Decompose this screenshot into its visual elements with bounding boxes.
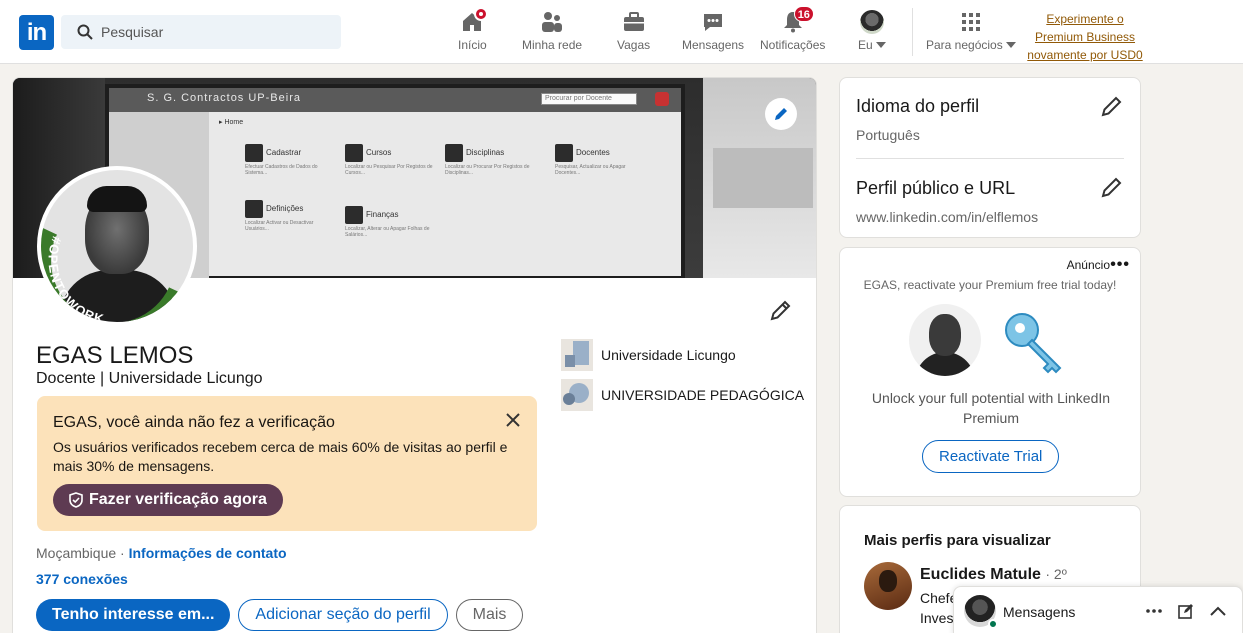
banner-tile: Cadastrar Efectuar Cadastros de Dados do … [245,144,335,176]
online-status-icon [988,619,998,629]
ad-more-icon[interactable]: ••• [1110,256,1130,274]
profile-headline: Docente | Universidade Licungo [36,370,263,387]
nav-for-business[interactable]: Para negócios [926,10,1017,58]
chat-icon [704,14,723,31]
more-profiles-title: Mais perfis para visualizar [864,532,1051,549]
caret-down-icon [876,42,887,48]
banner-app-title: S. G. Contractos UP-Beira [147,92,301,104]
school-logo [561,379,593,411]
nav-me[interactable]: Eu [858,10,887,58]
more-actions-button[interactable]: Mais [455,599,524,631]
edit-banner-button[interactable] [765,98,797,130]
notification-dot [474,7,489,21]
ad-subtitle: EGAS, reactivate your Premium free trial… [863,278,1117,292]
banner-tile: Disciplinas Localizar ou Procurar Por Reg… [445,144,535,176]
profile-actions: Tenho interesse em... Adicionar seção do… [36,599,524,631]
connection-degree: · 2º [1045,566,1067,582]
messaging-label: Mensagens [1003,604,1076,620]
contact-info-link[interactable]: Informações de contato [129,545,287,561]
ad-text: Unlock your full potential with LinkedIn… [871,390,1111,426]
more-options-icon[interactable] [1144,601,1164,621]
compose-icon[interactable] [1176,601,1196,621]
search-icon [77,24,93,40]
nav-jobs[interactable]: Vagas [617,10,650,58]
education-name: Universidade Licungo [601,347,736,363]
banner-search: Procurar por Docente [541,93,637,105]
suggested-profile-name[interactable]: Euclides Matule · 2º [920,566,1067,584]
education-name: UNIVERSIDADE PEDAGÓGICA [601,387,805,403]
divider [856,158,1124,159]
shield-check-icon [69,492,83,508]
notification-count-badge: 16 [793,6,814,22]
profile-language-title: Idioma do perfil [856,96,980,116]
profile-photo[interactable]: #OPENTOWORK [37,166,197,326]
nav-label: Vagas [617,38,651,52]
nav-messaging[interactable]: Mensagens [682,10,744,58]
power-icon [655,92,669,106]
reactivate-trial-button[interactable]: Reactivate Trial [922,440,1060,473]
grid-icon [962,13,981,31]
banner-tile: Docentes Pesquisar, Actualizar ou Apagar … [555,144,645,176]
public-url-value: www.linkedin.com/in/elflemos [856,209,1039,225]
close-icon[interactable] [503,410,523,430]
suggested-profile-headline: Chefe Invest [920,590,958,626]
nav-label: Minha rede [522,38,583,52]
avatar[interactable] [864,562,912,610]
banner-tile: Cursos Localizar ou Pesquisar Por Registo… [345,144,435,176]
nav-notifications[interactable]: 16 Notificações [760,6,826,58]
profile-location: Moçambique · Informações de contato [36,545,287,561]
briefcase-icon [623,12,644,31]
nav-label: Para negócios [926,38,1003,52]
linkedin-logo[interactable]: in [19,15,54,50]
connections-link[interactable]: 377 conexões [36,571,128,587]
network-icon [542,12,563,32]
profile-card: S. G. Contractos UP-Beira Procurar por D… [12,77,817,633]
premium-ad-card: Anúncio ••• EGAS, reactivate your Premiu… [839,247,1141,497]
nav-label: Mensagens [682,38,745,52]
avatar [860,10,885,34]
edit-intro-pencil-icon[interactable] [769,298,793,322]
nav-divider [912,8,913,56]
search-box[interactable] [61,15,341,49]
education-item[interactable]: UNIVERSIDADE PEDAGÓGICA [561,379,804,411]
education-item[interactable]: Universidade Licungo [561,339,736,371]
chevron-up-icon[interactable] [1208,601,1228,621]
profile-name: EGAS LEMOS [36,342,194,369]
messaging-overlay[interactable]: Mensagens [953,586,1243,633]
edit-url-pencil-icon[interactable] [1100,175,1124,199]
open-to-work-frame: #OPENTOWORK [41,227,189,322]
nav-home[interactable]: Início [458,7,489,58]
pencil-icon [775,108,787,120]
nav-label: Eu [858,38,873,52]
nav-label: Notificações [760,38,826,52]
profile-language-value: Português [856,127,920,143]
banner-tile: Definições Localizar Activar ou Desactiva… [245,200,335,232]
open-to-button[interactable]: Tenho interesse em... [36,599,231,631]
add-profile-section-button[interactable]: Adicionar seção do perfil [238,599,448,631]
verify-now-label: Fazer verificação agora [89,491,267,508]
verification-prompt: EGAS, você ainda não fez a verificação O… [37,396,537,531]
key-icon [1005,313,1062,374]
global-nav: in Início Minha rede Vagas Mensagens [0,0,1243,64]
profile-settings-card: Idioma do perfil Português Perfil públic… [839,77,1141,238]
ad-label: Anúncio [1066,258,1110,272]
school-logo [561,339,593,371]
verify-now-button[interactable]: Fazer verificação agora [53,484,283,516]
edit-language-pencil-icon[interactable] [1100,94,1124,118]
search-input[interactable] [101,15,331,49]
public-url-title: Perfil público e URL [856,178,1016,198]
ad-user-photo [909,304,981,376]
verification-title: EGAS, você ainda não fez a verificação [53,414,335,431]
nav-network[interactable]: Minha rede [522,10,582,58]
verification-text: Os usuários verificados recebem cerca de… [53,439,508,474]
banner-breadcrumb: Home [224,119,244,126]
nav-label: Início [458,38,487,52]
try-premium-link[interactable]: Experimente o Premium Business novamente… [1025,10,1145,64]
banner-tile: Finanças Localizar, Alterar ou Apagar Fol… [345,206,435,238]
caret-down-icon [1006,42,1017,48]
